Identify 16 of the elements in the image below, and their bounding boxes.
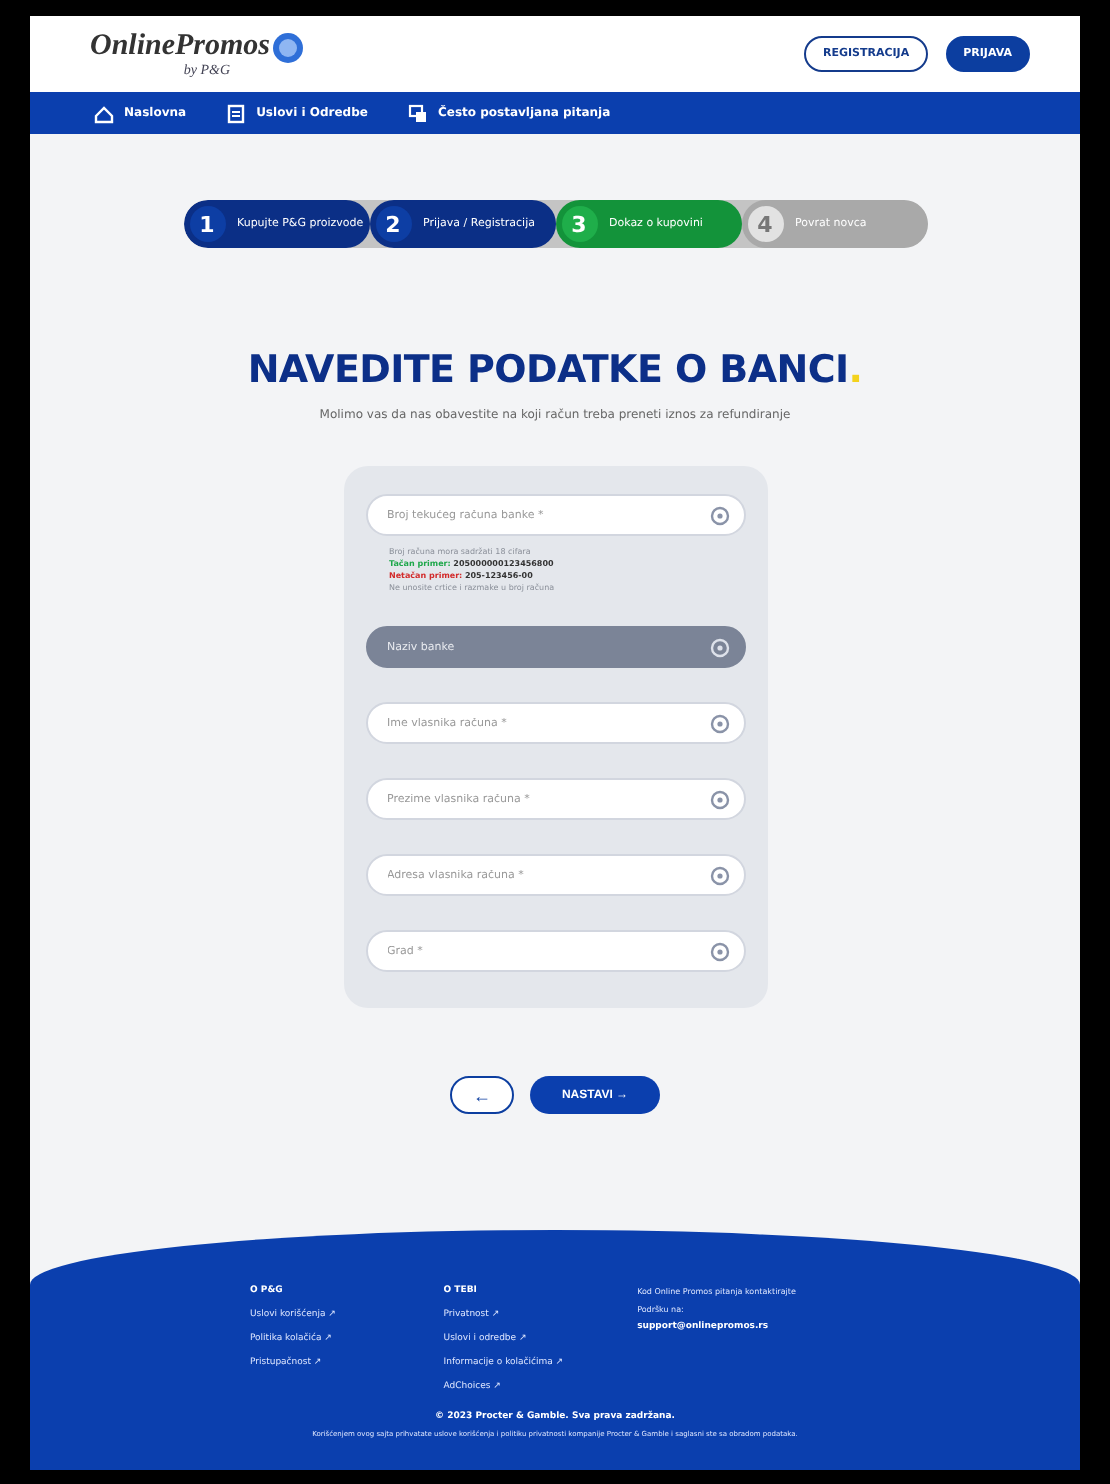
info-icon [709, 505, 729, 525]
back-button[interactable]: ← [449, 1076, 514, 1114]
page-title: NAVEDITE PODATKE O BANCI. [247, 348, 863, 392]
document-icon [226, 103, 247, 123]
info-icon [709, 637, 729, 657]
step-number: 4 [747, 206, 783, 242]
home-icon [94, 103, 114, 123]
step-number: 1 [189, 206, 225, 242]
step-number: 3 [561, 206, 597, 242]
step-number: 2 [375, 206, 411, 242]
info-icon [709, 941, 729, 961]
info-icon [709, 865, 729, 885]
logo-badge-icon [272, 31, 305, 63]
info-icon [709, 789, 729, 809]
chat-icon [407, 103, 428, 123]
info-icon [709, 713, 729, 733]
